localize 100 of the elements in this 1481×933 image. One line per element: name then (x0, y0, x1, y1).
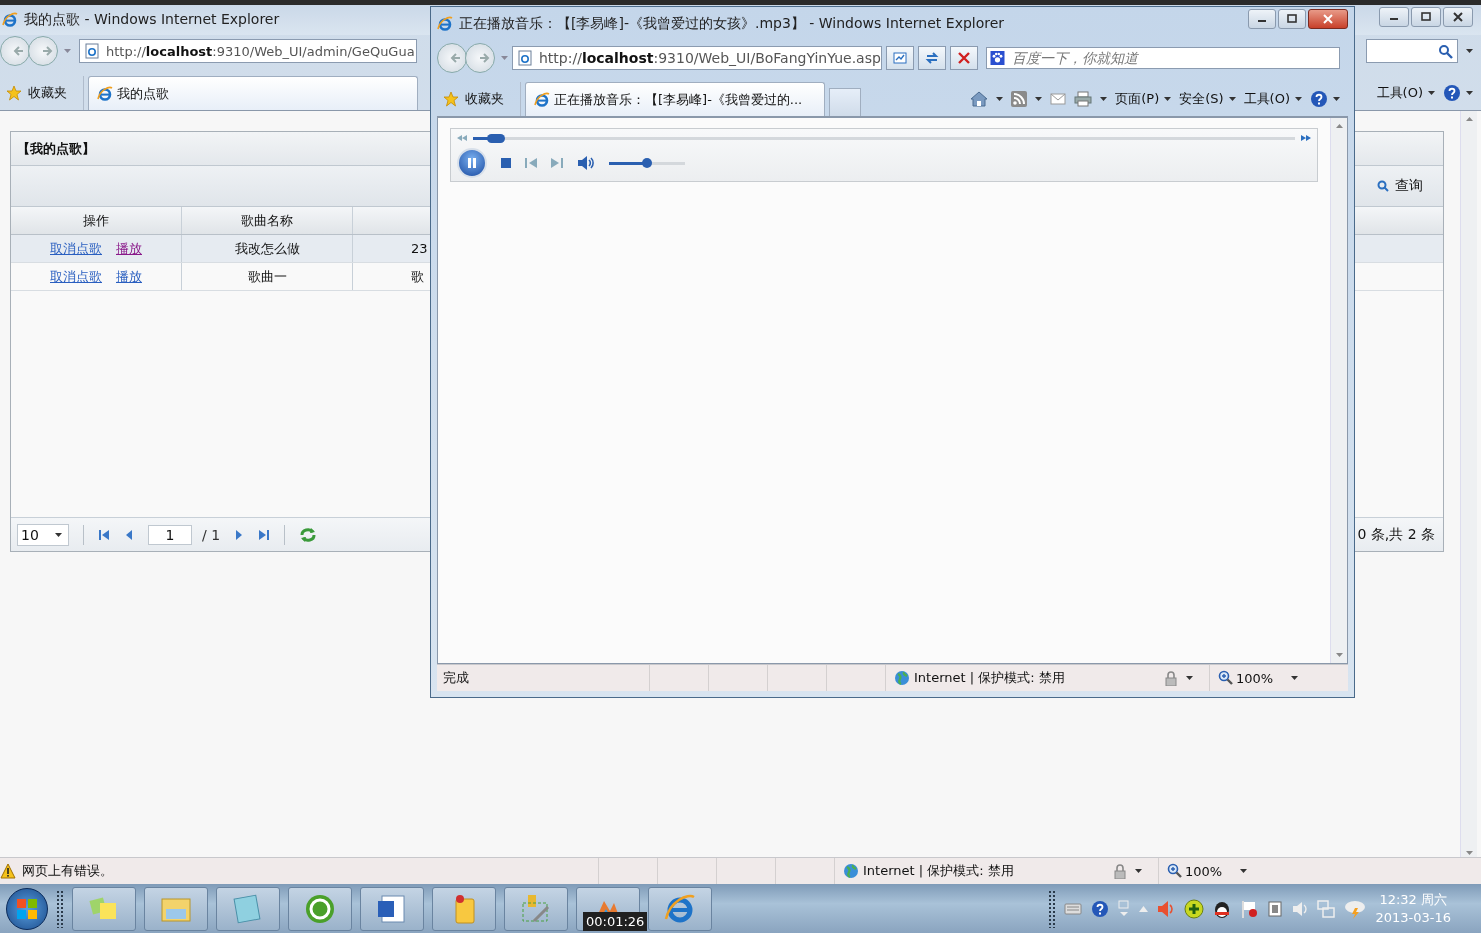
panel-title: 【我的点歌】 (17, 139, 95, 158)
table-link[interactable]: 播放 (116, 239, 142, 258)
zoom-button[interactable]: 100% (1209, 665, 1274, 691)
pause-button[interactable] (457, 148, 487, 178)
minimize-button[interactable] (1379, 7, 1409, 27)
menu-button[interactable]: 页面(P) (1115, 90, 1172, 108)
up-arrow-icon (1465, 117, 1473, 121)
page-icon (84, 43, 100, 59)
caret-icon[interactable] (996, 97, 1004, 101)
fast-forward-icon[interactable] (1301, 135, 1311, 141)
back-arrow-icon (450, 52, 462, 64)
caret-icon (1333, 97, 1340, 101)
caret-icon (1428, 91, 1435, 95)
caret-icon (1295, 97, 1302, 101)
table-cell: 歌曲一 (247, 267, 287, 286)
caret-icon[interactable] (1240, 869, 1248, 873)
search-button[interactable]: 查询 (1377, 177, 1423, 195)
help-icon[interactable] (1091, 899, 1110, 918)
lock-icon[interactable] (1111, 863, 1129, 879)
help-button[interactable] (1310, 90, 1340, 108)
previous-track-icon[interactable] (525, 158, 537, 168)
menu-button[interactable]: 安全(S) (1179, 90, 1236, 108)
tools-icon (520, 892, 552, 925)
slider-thumb[interactable] (642, 157, 652, 168)
table-link[interactable]: 取消点歌 (50, 239, 102, 258)
vertical-scrollbar[interactable] (1330, 118, 1347, 663)
caret-icon[interactable] (1035, 97, 1043, 101)
seek-slider[interactable] (473, 136, 1295, 140)
previous-page-icon[interactable] (124, 528, 134, 541)
stop-button[interactable] (950, 46, 978, 70)
speaker-icon[interactable] (577, 156, 595, 170)
mail-icon[interactable] (1050, 93, 1067, 105)
back-button[interactable] (437, 43, 467, 73)
page-count: / 1 (202, 526, 221, 543)
search-field[interactable] (1366, 39, 1458, 63)
table-link[interactable]: 播放 (116, 267, 142, 286)
start-button[interactable] (6, 887, 48, 930)
home-icon[interactable] (970, 91, 989, 107)
page-size-dropdown[interactable]: 10 (17, 523, 69, 546)
document-icon (376, 892, 408, 925)
menu-button[interactable]: 工具(O) (1243, 90, 1302, 108)
table-cell: 23 (411, 241, 428, 256)
printer-icon[interactable] (1074, 91, 1093, 107)
caret-icon[interactable] (1135, 869, 1142, 873)
browser-tab[interactable]: 我的点歌 (88, 76, 418, 110)
taskbar-button[interactable] (288, 886, 352, 931)
close-icon (1323, 14, 1333, 24)
favorites-button[interactable]: 收藏夹 (0, 76, 84, 110)
close-icon (1453, 12, 1463, 22)
taskbar-button[interactable] (216, 886, 280, 931)
rewind-icon[interactable] (457, 135, 467, 141)
browser-icon (437, 16, 453, 32)
refresh-icon[interactable] (299, 526, 318, 543)
table-cell: 我改怎么做 (234, 239, 300, 258)
lock-icon[interactable] (1162, 670, 1180, 686)
first-page-icon[interactable] (98, 528, 110, 541)
caret-icon[interactable] (1466, 49, 1473, 53)
feed-icon[interactable] (1011, 91, 1028, 107)
minimize-button[interactable] (1248, 9, 1276, 29)
caret-icon[interactable] (1291, 676, 1299, 680)
browser-icon (534, 91, 550, 108)
taskbar-button[interactable] (648, 886, 712, 931)
browser-tab[interactable]: 正在播放音乐：【[李易峰]-《我曾爱过的... (525, 82, 825, 116)
browser-icon (97, 85, 113, 102)
help-icon (1443, 84, 1461, 102)
warning-icon (0, 863, 16, 879)
caret-icon[interactable] (1100, 97, 1108, 101)
address-field[interactable]: http://localhost:9310/Web_UI/BoFangYinYue.asp (512, 46, 882, 70)
close-button[interactable] (1443, 7, 1473, 27)
close-button[interactable] (1308, 9, 1348, 29)
next-track-icon[interactable] (551, 158, 563, 168)
volume-slider[interactable] (609, 161, 685, 165)
taskbar-button[interactable] (504, 886, 568, 931)
plug-icon[interactable] (1267, 899, 1284, 918)
taskbar-button[interactable] (360, 886, 424, 931)
compatibility-view-button[interactable] (886, 46, 914, 70)
taskbar-button[interactable] (72, 886, 136, 931)
maximize-button[interactable] (1278, 9, 1306, 29)
flag-icon[interactable] (1240, 899, 1259, 918)
forward-button[interactable] (465, 43, 495, 73)
back-button[interactable] (0, 36, 30, 66)
taskbar-button[interactable] (432, 886, 496, 931)
security-zone: Internet | 保护模式: 禁用 (863, 862, 1014, 880)
slider-thumb[interactable] (487, 133, 506, 143)
favorites-button[interactable]: 收藏夹 (437, 82, 521, 116)
help-button[interactable] (1443, 84, 1473, 102)
refresh-button[interactable] (918, 46, 946, 70)
forward-button[interactable] (28, 36, 58, 66)
star-icon (443, 91, 459, 107)
window-title: 我的点歌 - Windows Internet Explorer (24, 11, 280, 29)
page-number-field[interactable]: 1 (148, 524, 192, 545)
address-field[interactable]: http://localhost:9310/Web_UI/admin/GeQuGua (79, 39, 417, 63)
taskbar-button[interactable] (144, 886, 208, 931)
table-link[interactable]: 取消点歌 (50, 267, 102, 286)
caret-icon[interactable] (1186, 676, 1193, 680)
menu-button[interactable]: 工具(O) (1376, 84, 1435, 102)
last-page-icon[interactable] (258, 528, 271, 541)
maximize-button[interactable] (1411, 7, 1441, 27)
browser-icon (664, 892, 696, 925)
plus-circle-icon[interactable] (1184, 898, 1205, 919)
